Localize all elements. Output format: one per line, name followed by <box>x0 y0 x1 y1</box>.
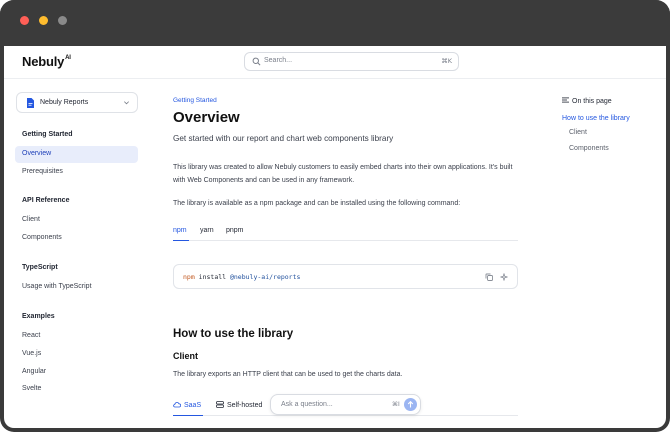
tab-saas-label: SaaS <box>184 402 202 409</box>
list-icon <box>562 97 569 103</box>
toc-item-how-to-use[interactable]: How to use the library <box>562 115 630 122</box>
page-title: Overview <box>173 109 240 126</box>
logo-superscript: AI <box>65 54 71 61</box>
close-window-button[interactable] <box>20 16 29 25</box>
send-button[interactable] <box>404 398 417 411</box>
sidebar-item-angular[interactable]: Angular <box>22 368 46 375</box>
server-icon <box>216 401 224 408</box>
active-env-tab-indicator <box>173 415 203 416</box>
search-shortcut: ⌘K <box>441 57 452 65</box>
sparkle-icon[interactable] <box>500 273 508 281</box>
search-bar[interactable]: Search... ⌘K <box>244 52 459 71</box>
subsection-title-client: Client <box>173 351 199 361</box>
logo-text: Nebuly <box>22 54 65 69</box>
intro-paragraph: This library was created to allow Nebuly… <box>173 164 513 184</box>
search-icon <box>252 57 261 66</box>
sidebar-heading-api-reference: API Reference <box>22 197 70 204</box>
document-icon <box>27 98 34 108</box>
minimize-window-button[interactable] <box>39 16 48 25</box>
package-manager-tabs: npm yarn pnpm <box>173 223 518 241</box>
code-rest: install <box>194 273 230 281</box>
sidebar-heading-getting-started: Getting Started <box>22 131 73 138</box>
copy-icon[interactable] <box>485 273 493 281</box>
chevron-down-icon <box>124 101 129 105</box>
tab-pnpm[interactable]: pnpm <box>226 227 244 234</box>
sidebar-heading-examples: Examples <box>22 313 55 320</box>
app-window: NebulyAI Search... ⌘K Nebuly Reports Get… <box>0 0 670 432</box>
page-subtitle: Get started with our report and chart we… <box>173 134 394 143</box>
cloud-icon <box>173 402 181 408</box>
toc-item-client[interactable]: Client <box>569 129 587 136</box>
sidebar-item-overview[interactable]: Overview <box>15 146 138 163</box>
tab-self-hosted-label: Self-hosted <box>227 402 263 409</box>
toc-title: On this page <box>562 97 612 105</box>
toc-title-label: On this page <box>572 98 612 105</box>
sidebar-heading-typescript: TypeScript <box>22 264 58 271</box>
zoom-window-button[interactable] <box>58 16 67 25</box>
sidebar-item-prerequisites[interactable]: Prerequisites <box>22 168 63 175</box>
install-command[interactable]: npm install @nebuly-ai/reports <box>183 273 300 281</box>
sidebar-item-components[interactable]: Components <box>22 234 62 241</box>
sidebar-item-vuejs[interactable]: Vue.js <box>22 350 41 357</box>
search-placeholder: Search... <box>264 57 293 64</box>
code-command: npm <box>183 273 195 281</box>
sidebar-item-react[interactable]: React <box>22 332 40 339</box>
product-name: Nebuly Reports <box>40 99 89 106</box>
install-code-block: npm install @nebuly-ai/reports <box>173 264 518 289</box>
tab-npm[interactable]: npm <box>173 227 187 234</box>
sidebar-item-usage-with-typescript[interactable]: Usage with TypeScript <box>22 283 92 290</box>
header-divider <box>4 78 666 79</box>
sidebar-item-label: Overview <box>22 150 52 157</box>
ask-shortcut: ⌘I <box>392 401 400 408</box>
tab-self-hosted[interactable]: Self-hosted <box>216 401 262 409</box>
arrow-up-icon <box>407 400 414 408</box>
breadcrumb[interactable]: Getting Started <box>173 97 217 104</box>
active-tab-indicator <box>173 240 189 241</box>
ask-placeholder: Ask a question... <box>281 401 333 408</box>
nebuly-logo[interactable]: NebulyAI <box>22 54 71 69</box>
client-paragraph: The library exports an HTTP client that … <box>173 371 403 378</box>
code-package: @nebuly-ai/reports <box>229 273 301 281</box>
title-bar <box>0 0 670 46</box>
sidebar-item-svelte[interactable]: Svelte <box>22 385 41 392</box>
tab-yarn[interactable]: yarn <box>200 227 214 234</box>
sidebar-item-client[interactable]: Client <box>22 216 40 223</box>
product-selector[interactable]: Nebuly Reports <box>16 92 138 113</box>
install-paragraph: The library is available as a npm packag… <box>173 200 461 207</box>
tab-saas[interactable]: SaaS <box>173 401 201 409</box>
toc-item-components[interactable]: Components <box>569 145 609 152</box>
docs-page: NebulyAI Search... ⌘K Nebuly Reports Get… <box>4 46 666 428</box>
section-title-how-to-use: How to use the library <box>173 328 294 340</box>
ask-question-input[interactable]: Ask a question... ⌘I <box>270 394 421 415</box>
